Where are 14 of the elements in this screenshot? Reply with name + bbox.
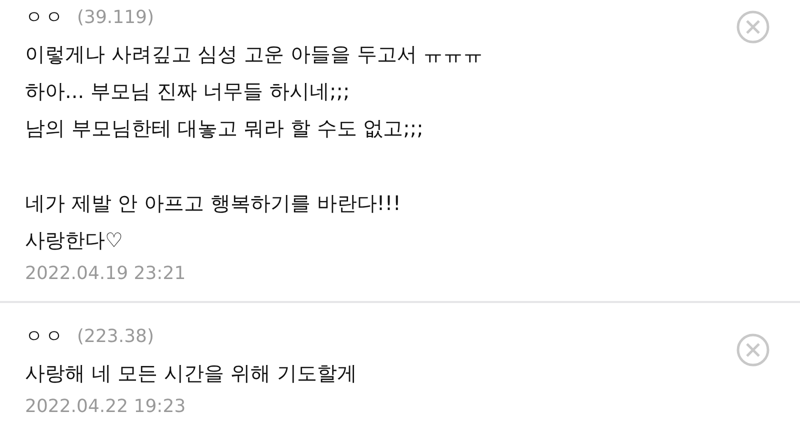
comment-text: 사랑한다♡ [25, 227, 124, 254]
comment-text: 네가 제발 안 아프고 행복하기를 바란다!!! [25, 190, 402, 217]
comment-date: 2022.04.19 23:21 [25, 262, 187, 286]
author-name: ㅇㅇ [25, 325, 65, 348]
delete-icon[interactable] [736, 333, 770, 367]
delete-icon[interactable] [736, 10, 770, 44]
comment-date: 2022.04.22 19:23 [25, 395, 187, 419]
author-name: ㅇㅇ [25, 6, 65, 29]
ip-address: (39.119) [77, 6, 154, 28]
comment-text: 남의 부모님한테 대놓고 뭐라 할 수도 없고;;; [25, 115, 424, 142]
comment-text: 사랑해 네 모든 시간을 위해 기도할게 [25, 360, 358, 387]
comment-text: 하아... 부모님 진짜 너무들 하시네;;; [25, 78, 351, 105]
ip-address: (223.38) [77, 326, 154, 346]
comment-text: 이렇게나 사려깊고 심성 고운 아들을 두고서 ㅠㅠㅠ [25, 41, 484, 68]
